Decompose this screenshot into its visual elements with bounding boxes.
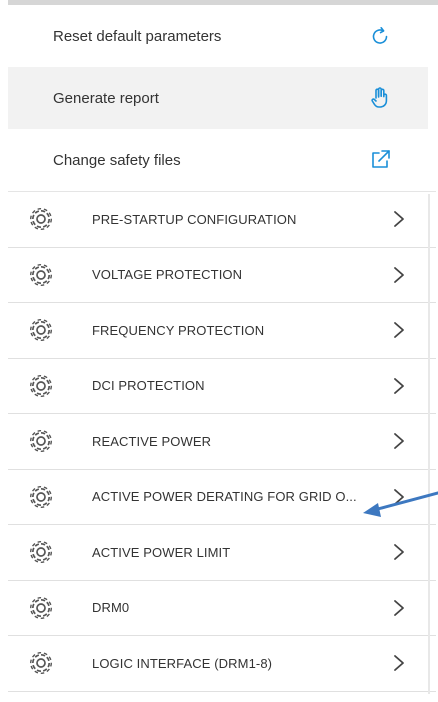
gear-icon [28, 373, 54, 399]
settings-row-reactive-power[interactable]: REACTIVE POWER [8, 414, 436, 470]
chevron-right-icon [392, 265, 406, 285]
chevron-right-icon [392, 653, 406, 673]
chevron-right-icon [392, 320, 406, 340]
settings-row-drm0[interactable]: DRM0 [8, 580, 436, 636]
panel-right-edge [428, 194, 430, 694]
settings-row-frequency-protection[interactable]: FREQUENCY PROTECTION [8, 303, 436, 359]
chevron-right-icon [392, 209, 406, 229]
gear-icon [28, 650, 54, 676]
chevron-right-icon [392, 431, 406, 451]
settings-row-label: LOGIC INTERFACE (DRM1-8) [92, 655, 273, 671]
menu-item-label: Reset default parameters [53, 27, 222, 45]
menu-item-label: Change safety files [53, 151, 181, 169]
settings-row-label: DCI PROTECTION [92, 378, 205, 394]
chevron-right-icon [392, 487, 406, 507]
settings-row-label: PRE-STARTUP CONFIGURATION [92, 211, 297, 227]
settings-row-active-power-derating[interactable]: ACTIVE POWER DERATING FOR GRID O... [8, 469, 436, 525]
generate-report-button[interactable]: Generate report [8, 67, 428, 129]
refresh-icon [366, 22, 394, 50]
reset-default-parameters-button[interactable]: Reset default parameters [8, 5, 428, 67]
gear-icon [28, 428, 54, 454]
gear-icon [28, 484, 54, 510]
gear-icon [28, 262, 54, 288]
settings-panel: Reset default parameters Generate report [8, 5, 436, 692]
settings-row-dci-protection[interactable]: DCI PROTECTION [8, 358, 436, 414]
chevron-right-icon [392, 598, 406, 618]
settings-row-active-power-limit[interactable]: ACTIVE POWER LIMIT [8, 525, 436, 581]
action-menu: Reset default parameters Generate report [8, 5, 428, 191]
chevron-right-icon [392, 376, 406, 396]
settings-row-label: ACTIVE POWER DERATING FOR GRID O... [92, 489, 357, 505]
settings-row-pre-startup-configuration[interactable]: PRE-STARTUP CONFIGURATION [8, 192, 436, 248]
chevron-right-icon [392, 542, 406, 562]
settings-row-label: ACTIVE POWER LIMIT [92, 544, 231, 560]
gear-icon [28, 206, 54, 232]
safety-settings-screen: Reset default parameters Generate report [0, 0, 438, 702]
gear-icon [28, 317, 54, 343]
settings-row-label: VOLTAGE PROTECTION [92, 267, 243, 283]
hand-pointer-icon [366, 84, 394, 112]
settings-list: PRE-STARTUP CONFIGURATION VOLTAGE PROTEC… [8, 191, 436, 692]
settings-row-logic-interface[interactable]: LOGIC INTERFACE (DRM1-8) [8, 636, 436, 692]
gear-icon [28, 539, 54, 565]
settings-row-label: FREQUENCY PROTECTION [92, 322, 265, 338]
gear-icon [28, 595, 54, 621]
external-link-icon [366, 146, 394, 174]
menu-item-label: Generate report [53, 89, 159, 107]
settings-row-label: DRM0 [92, 600, 130, 616]
change-safety-files-button[interactable]: Change safety files [8, 129, 428, 191]
settings-row-voltage-protection[interactable]: VOLTAGE PROTECTION [8, 247, 436, 303]
settings-row-label: REACTIVE POWER [92, 433, 212, 449]
